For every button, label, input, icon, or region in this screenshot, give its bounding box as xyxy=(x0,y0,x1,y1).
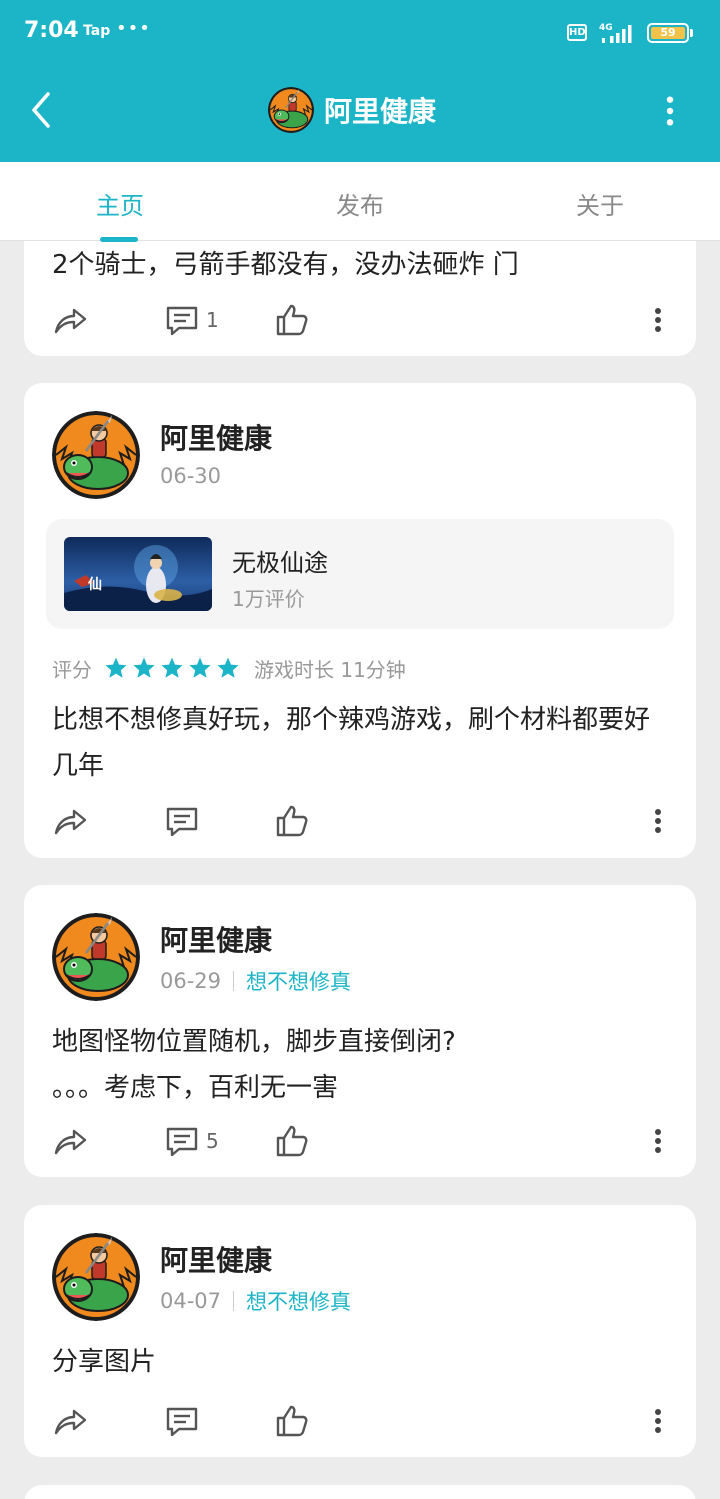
post-card[interactable]: 阿里健康 06-30 仙 无极仙途 1万评价 评分 游戏时长 11分钟 比想不想… xyxy=(24,383,696,858)
share-button[interactable] xyxy=(52,1121,88,1161)
post-more-button[interactable] xyxy=(652,300,664,340)
share-button[interactable] xyxy=(52,801,88,841)
back-button[interactable] xyxy=(24,88,64,132)
star-icon xyxy=(188,656,212,680)
rating-row: 评分 游戏时长 11分钟 xyxy=(52,653,406,683)
author-name[interactable]: 阿里健康 xyxy=(160,1239,272,1279)
post-date: 06-30 xyxy=(160,464,222,488)
star-icon xyxy=(160,656,184,680)
share-icon xyxy=(52,1123,88,1159)
author-name[interactable]: 阿里健康 xyxy=(160,919,272,959)
post-actions xyxy=(24,801,696,841)
rating-stars xyxy=(104,656,244,680)
tab-home[interactable]: 主页 xyxy=(60,186,180,221)
avatar[interactable] xyxy=(52,1233,140,1321)
page-title: 阿里健康 xyxy=(324,95,437,128)
battery-icon: 59 xyxy=(647,23,689,43)
post-text: 比想不想修真好玩，那个辣鸡游戏，刷个材料都要好几年 xyxy=(52,705,651,781)
battery-tip xyxy=(690,29,693,37)
star-icon xyxy=(104,656,128,680)
author-name[interactable]: 阿里健康 xyxy=(160,417,272,457)
tab-bar-backdrop: 主页 发布 关于 xyxy=(0,162,720,242)
more-options-icon[interactable] xyxy=(656,94,684,128)
comment-icon xyxy=(164,302,200,338)
like-button[interactable] xyxy=(274,1121,310,1161)
post-actions: 5 xyxy=(24,1121,696,1161)
more-vertical-icon xyxy=(652,803,664,839)
status-bar: 7:04 Tap ••• HD 4G 59 xyxy=(0,0,720,66)
post-actions xyxy=(24,1401,696,1441)
tab-posts[interactable]: 发布 xyxy=(300,186,420,221)
notification-dots: ••• xyxy=(116,18,151,39)
post-card[interactable] xyxy=(24,1485,696,1499)
like-button[interactable] xyxy=(274,1401,310,1441)
more-vertical-icon xyxy=(652,1403,664,1439)
comment-button[interactable] xyxy=(164,801,200,841)
post-text: 分享图片 xyxy=(52,1347,157,1377)
comment-button[interactable]: 5 xyxy=(164,1121,219,1161)
more-vertical-icon xyxy=(652,1123,664,1159)
share-icon xyxy=(52,302,88,338)
game-cover-image: 仙 xyxy=(64,537,212,611)
post-card[interactable]: 阿里健康 06-29 想不想修真 地图怪物位置随机，脚步直接倒闭? 。。。考虑下… xyxy=(24,885,696,1177)
thumbs-up-icon xyxy=(274,1403,310,1439)
meta-divider xyxy=(233,971,235,991)
signal-icon: 4G xyxy=(599,23,632,43)
thumbs-up-icon xyxy=(274,302,310,338)
like-button[interactable] xyxy=(274,801,310,841)
share-button[interactable] xyxy=(52,300,88,340)
post-more-button[interactable] xyxy=(652,801,664,841)
comment-button[interactable] xyxy=(164,1401,200,1441)
tab-active-indicator xyxy=(100,237,138,242)
post-meta: 06-30 xyxy=(160,464,221,488)
share-button[interactable] xyxy=(52,1401,88,1441)
comment-count: 5 xyxy=(206,1129,219,1153)
comment-button[interactable]: 1 xyxy=(164,300,219,340)
header-avatar xyxy=(268,87,314,133)
avatar[interactable] xyxy=(52,913,140,1001)
post-more-button[interactable] xyxy=(652,1121,664,1161)
game-tag-link[interactable]: 想不想修真 xyxy=(246,966,351,996)
thumbs-up-icon xyxy=(274,803,310,839)
share-icon xyxy=(52,1403,88,1439)
share-icon xyxy=(52,803,88,839)
rating-label: 评分 xyxy=(52,657,92,682)
post-date: 06-29 xyxy=(160,969,222,993)
thumbs-up-icon xyxy=(274,1123,310,1159)
post-date: 04-07 xyxy=(160,1289,222,1313)
comment-icon xyxy=(164,1403,200,1439)
svg-text:4G: 4G xyxy=(599,23,613,33)
star-icon xyxy=(132,656,156,680)
comment-count: 1 xyxy=(206,308,219,332)
game-name: 无极仙途 xyxy=(232,549,328,577)
post-text-line: 。。。考虑下，百利无一害 xyxy=(52,1073,339,1103)
status-time: 7:04 xyxy=(24,18,79,43)
battery-level: 59 xyxy=(651,27,685,39)
post-text: 地图怪物位置随机，脚步直接倒闭? 。。。考虑下，百利无一害 xyxy=(52,1019,672,1111)
app-indicator: Tap xyxy=(83,23,111,39)
header-title-group: 阿里健康 xyxy=(268,86,436,134)
game-cover-logo: 仙 xyxy=(88,576,102,593)
post-text: 2个骑士，弓箭手都没有，没办法砸炸 门 xyxy=(52,250,519,280)
meta-divider xyxy=(233,1291,235,1311)
post-meta: 04-07 想不想修真 xyxy=(160,1286,351,1316)
post-text-line: 地图怪物位置随机，脚步直接倒闭? xyxy=(52,1027,456,1057)
comment-icon xyxy=(164,1123,200,1159)
post-more-button[interactable] xyxy=(652,1401,664,1441)
post-card[interactable]: 阿里健康 04-07 想不想修真 分享图片 xyxy=(24,1205,696,1457)
hd-icon: HD xyxy=(567,24,587,41)
like-button[interactable] xyxy=(274,300,310,340)
more-vertical-icon xyxy=(652,302,664,338)
app-header: 7:04 Tap ••• HD 4G 59 阿里健康 xyxy=(0,0,720,162)
game-reviews: 1万评价 xyxy=(232,587,305,611)
star-icon xyxy=(216,656,240,680)
tab-about[interactable]: 关于 xyxy=(540,186,660,221)
avatar[interactable] xyxy=(52,411,140,499)
game-tag-link[interactable]: 想不想修真 xyxy=(246,1286,351,1316)
post-meta: 06-29 想不想修真 xyxy=(160,966,351,996)
playtime: 游戏时长 11分钟 xyxy=(254,657,406,682)
post-actions: 1 xyxy=(24,300,696,340)
game-card[interactable]: 仙 无极仙途 1万评价 xyxy=(46,519,674,629)
comment-icon xyxy=(164,803,200,839)
